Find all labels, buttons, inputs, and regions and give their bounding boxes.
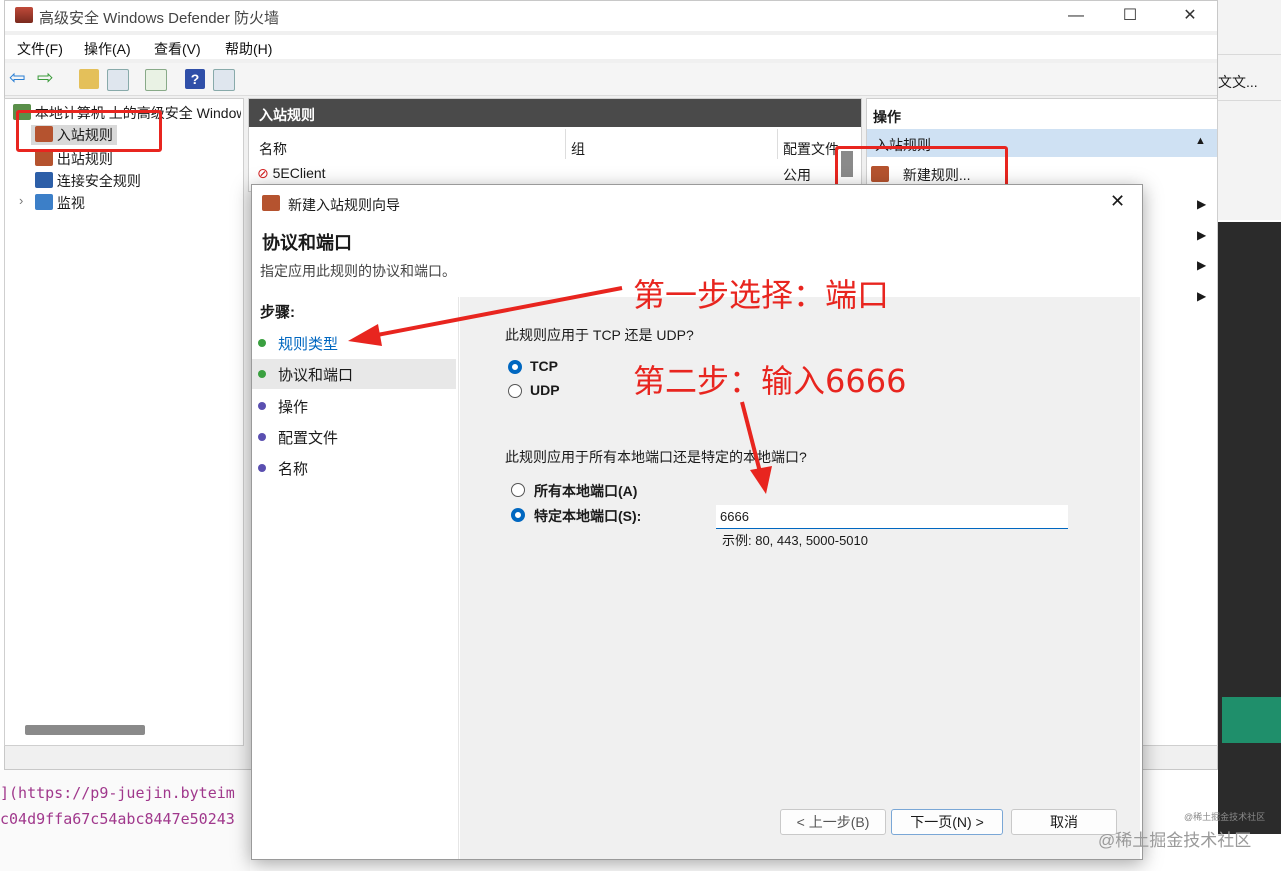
annotation-arrows [348, 286, 772, 494]
arrow-to-port-input [740, 401, 772, 494]
watermark: @稀土掘金技术社区 [1098, 831, 1252, 850]
arrow-to-rule-type [348, 286, 623, 346]
annotation-step1: 第一步选择：端口 [633, 276, 890, 314]
annotation-step2: 第二步：输入6666 [633, 362, 907, 400]
